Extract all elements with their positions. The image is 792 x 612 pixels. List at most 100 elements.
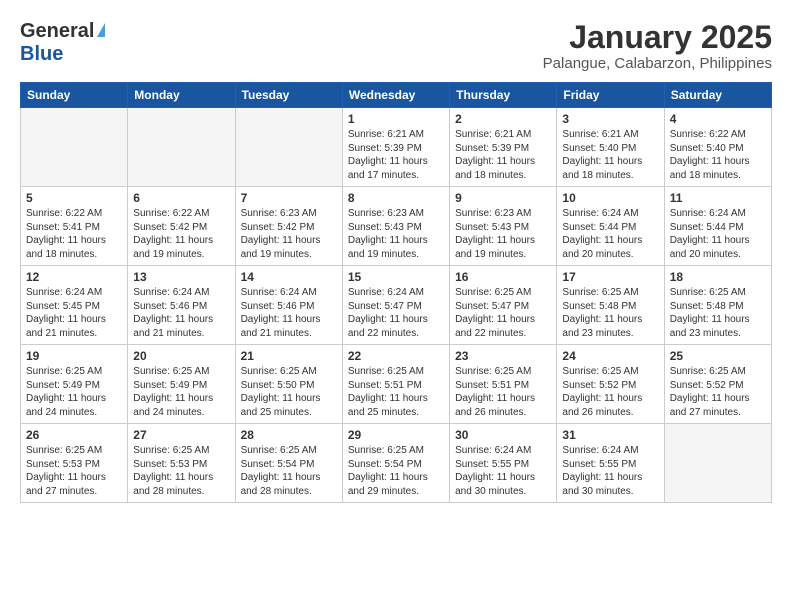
day-info: Sunrise: 6:22 AM Sunset: 5:41 PM Dayligh… [26,207,122,261]
day-number: 20 [133,349,229,363]
calendar-day-cell: 10 Sunrise: 6:24 AM Sunset: 5:44 PM Dayli… [557,187,664,266]
day-info: Sunrise: 6:24 AM Sunset: 5:46 PM Dayligh… [133,286,229,340]
day-info: Sunrise: 6:24 AM Sunset: 5:44 PM Dayligh… [562,207,658,261]
calendar-day-cell: 12Sunrise: 6:24 AM Sunset: 5:45 PM Dayli… [21,266,128,345]
day-number: 7 [241,191,337,205]
calendar-week-row: 26 Sunrise: 6:25 AM Sunset: 5:53 PM Dayli… [21,424,772,503]
calendar-day-header: Friday [557,83,664,108]
page: General Blue January 2025 Palangue, Cala… [0,0,792,513]
day-info: Sunrise: 6:25 AM Sunset: 5:53 PM Dayligh… [133,444,229,498]
day-info: Sunrise: 6:22 AM Sunset: 5:40 PM Dayligh… [670,128,766,182]
day-info: Sunrise: 6:25 AM Sunset: 5:51 PM Dayligh… [348,365,444,419]
day-info: Sunrise: 6:25 AM Sunset: 5:52 PM Dayligh… [670,365,766,419]
calendar-day-cell: 14 Sunrise: 6:24 AM Sunset: 5:46 PM Dayli… [235,266,342,345]
day-info: Sunrise: 6:21 AM Sunset: 5:39 PM Dayligh… [348,128,444,182]
calendar-day-cell: 31 Sunrise: 6:24 AM Sunset: 5:55 PM Dayli… [557,424,664,503]
calendar-day-header: Sunday [21,83,128,108]
day-number: 21 [241,349,337,363]
day-info: Sunrise: 6:23 AM Sunset: 5:43 PM Dayligh… [455,207,551,261]
day-number: 18 [670,270,766,284]
day-info: Sunrise: 6:25 AM Sunset: 5:50 PM Dayligh… [241,365,337,419]
calendar-day-cell: 30Sunrise: 6:24 AM Sunset: 5:55 PM Dayli… [450,424,557,503]
calendar-week-row: 12Sunrise: 6:24 AM Sunset: 5:45 PM Dayli… [21,266,772,345]
calendar-day-header: Monday [128,83,235,108]
day-number: 15 [348,270,444,284]
calendar-table: SundayMondayTuesdayWednesdayThursdayFrid… [20,82,772,503]
day-number: 22 [348,349,444,363]
calendar-day-cell: 3 Sunrise: 6:21 AM Sunset: 5:40 PM Daylig… [557,108,664,187]
day-number: 29 [348,428,444,442]
day-info: Sunrise: 6:23 AM Sunset: 5:42 PM Dayligh… [241,207,337,261]
calendar-day-cell: 9 Sunrise: 6:23 AM Sunset: 5:43 PM Daylig… [450,187,557,266]
calendar-title: January 2025 [543,20,772,55]
calendar-week-row: 1 Sunrise: 6:21 AM Sunset: 5:39 PM Daylig… [21,108,772,187]
day-number: 19 [26,349,122,363]
day-number: 27 [133,428,229,442]
calendar-day-cell: 27 Sunrise: 6:25 AM Sunset: 5:53 PM Dayli… [128,424,235,503]
calendar-day-cell: 13 Sunrise: 6:24 AM Sunset: 5:46 PM Dayli… [128,266,235,345]
calendar-week-row: 5 Sunrise: 6:22 AM Sunset: 5:41 PM Daylig… [21,187,772,266]
day-number: 16 [455,270,551,284]
calendar-day-header: Saturday [664,83,771,108]
day-number: 30 [455,428,551,442]
calendar-header-row: SundayMondayTuesdayWednesdayThursdayFrid… [21,83,772,108]
calendar-day-cell: 15Sunrise: 6:24 AM Sunset: 5:47 PM Dayli… [342,266,449,345]
day-info: Sunrise: 6:21 AM Sunset: 5:40 PM Dayligh… [562,128,658,182]
calendar-day-cell: 2Sunrise: 6:21 AM Sunset: 5:39 PM Daylig… [450,108,557,187]
calendar-subtitle: Palangue, Calabarzon, Philippines [543,55,772,72]
calendar-day-cell: 1 Sunrise: 6:21 AM Sunset: 5:39 PM Daylig… [342,108,449,187]
day-number: 9 [455,191,551,205]
calendar-day-cell: 28 Sunrise: 6:25 AM Sunset: 5:54 PM Dayli… [235,424,342,503]
title-block: January 2025 Palangue, Calabarzon, Phili… [543,20,772,72]
day-number: 17 [562,270,658,284]
day-info: Sunrise: 6:23 AM Sunset: 5:43 PM Dayligh… [348,207,444,261]
day-number: 14 [241,270,337,284]
calendar-day-header: Tuesday [235,83,342,108]
logo-icon [97,23,105,37]
calendar-day-header: Wednesday [342,83,449,108]
day-number: 11 [670,191,766,205]
day-info: Sunrise: 6:25 AM Sunset: 5:47 PM Dayligh… [455,286,551,340]
day-info: Sunrise: 6:25 AM Sunset: 5:49 PM Dayligh… [26,365,122,419]
day-number: 26 [26,428,122,442]
calendar-day-cell [235,108,342,187]
calendar-day-cell: 24Sunrise: 6:25 AM Sunset: 5:52 PM Dayli… [557,345,664,424]
day-number: 31 [562,428,658,442]
day-number: 2 [455,112,551,126]
logo-general: General [20,20,94,43]
calendar-day-cell [664,424,771,503]
day-number: 13 [133,270,229,284]
day-number: 12 [26,270,122,284]
day-info: Sunrise: 6:24 AM Sunset: 5:55 PM Dayligh… [562,444,658,498]
day-number: 23 [455,349,551,363]
day-number: 6 [133,191,229,205]
day-info: Sunrise: 6:25 AM Sunset: 5:49 PM Dayligh… [133,365,229,419]
calendar-day-cell: 26 Sunrise: 6:25 AM Sunset: 5:53 PM Dayli… [21,424,128,503]
day-info: Sunrise: 6:25 AM Sunset: 5:54 PM Dayligh… [241,444,337,498]
day-number: 5 [26,191,122,205]
day-number: 10 [562,191,658,205]
calendar-day-cell: 20 Sunrise: 6:25 AM Sunset: 5:49 PM Dayli… [128,345,235,424]
calendar-day-cell: 4Sunrise: 6:22 AM Sunset: 5:40 PM Daylig… [664,108,771,187]
calendar-day-cell: 23 Sunrise: 6:25 AM Sunset: 5:51 PM Dayli… [450,345,557,424]
day-info: Sunrise: 6:25 AM Sunset: 5:51 PM Dayligh… [455,365,551,419]
day-info: Sunrise: 6:25 AM Sunset: 5:53 PM Dayligh… [26,444,122,498]
calendar-day-cell: 21 Sunrise: 6:25 AM Sunset: 5:50 PM Dayli… [235,345,342,424]
calendar-day-cell [128,108,235,187]
day-number: 28 [241,428,337,442]
calendar-day-cell: 17 Sunrise: 6:25 AM Sunset: 5:48 PM Dayli… [557,266,664,345]
day-number: 3 [562,112,658,126]
day-info: Sunrise: 6:25 AM Sunset: 5:48 PM Dayligh… [562,286,658,340]
calendar-day-cell: 22 Sunrise: 6:25 AM Sunset: 5:51 PM Dayli… [342,345,449,424]
day-number: 25 [670,349,766,363]
day-info: Sunrise: 6:24 AM Sunset: 5:44 PM Dayligh… [670,207,766,261]
calendar-day-cell: 19 Sunrise: 6:25 AM Sunset: 5:49 PM Dayli… [21,345,128,424]
calendar-day-cell: 5 Sunrise: 6:22 AM Sunset: 5:41 PM Daylig… [21,187,128,266]
calendar-day-cell: 29Sunrise: 6:25 AM Sunset: 5:54 PM Dayli… [342,424,449,503]
calendar-day-cell: 16 Sunrise: 6:25 AM Sunset: 5:47 PM Dayli… [450,266,557,345]
logo: General Blue [20,20,105,66]
day-info: Sunrise: 6:25 AM Sunset: 5:48 PM Dayligh… [670,286,766,340]
day-info: Sunrise: 6:24 AM Sunset: 5:46 PM Dayligh… [241,286,337,340]
day-number: 1 [348,112,444,126]
calendar-day-header: Thursday [450,83,557,108]
